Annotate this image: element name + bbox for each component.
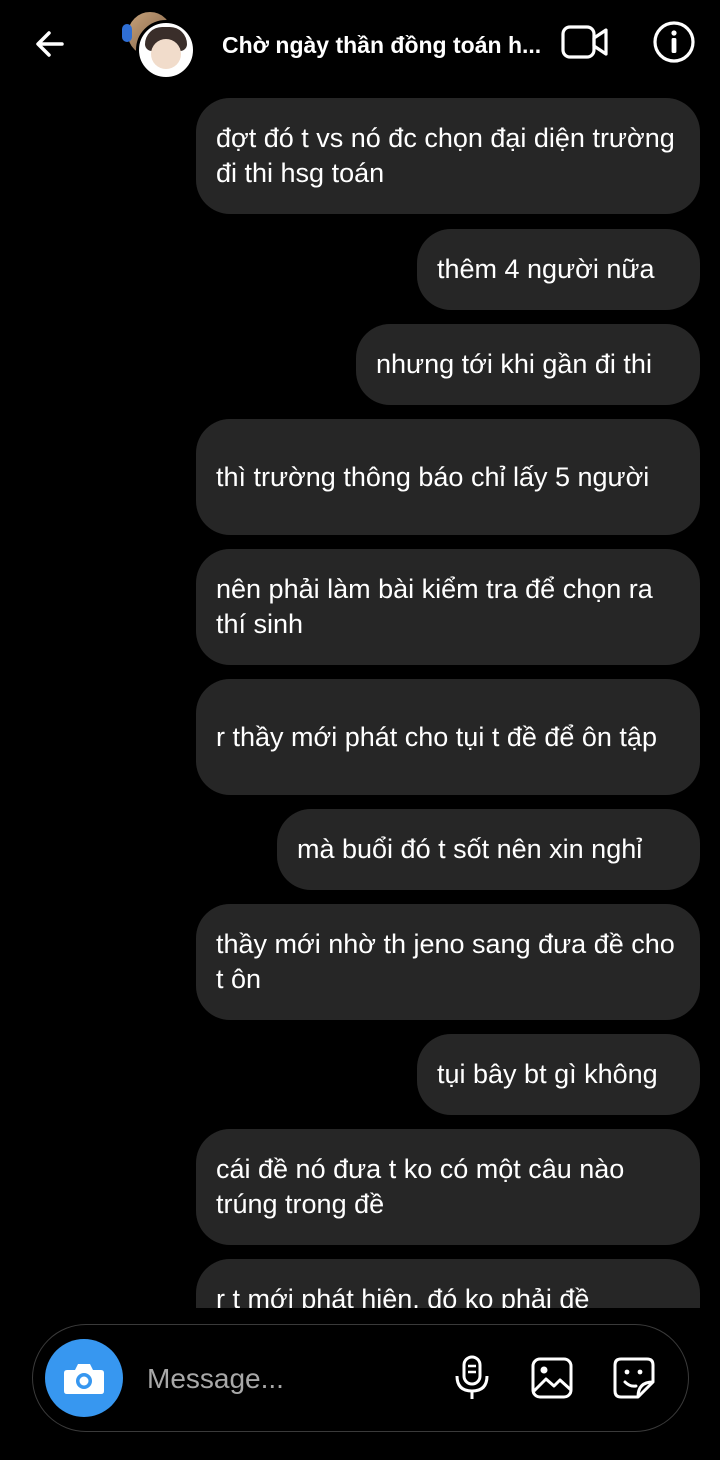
message-input[interactable]: [145, 1355, 439, 1403]
message-bubble[interactable]: cái đề nó đưa t ko có một câu nào trúng …: [196, 1129, 700, 1245]
message-bubble[interactable]: đợt đó t vs nó đc chọn đại diện trường đ…: [196, 98, 700, 214]
message-thread[interactable]: đợt đó t vs nó đc chọn đại diện trường đ…: [0, 90, 720, 1308]
sticker-icon: [613, 1357, 655, 1399]
message-bubble[interactable]: r thầy mới phát cho tụi t đề để ôn tập: [196, 679, 700, 795]
info-icon: [653, 21, 695, 63]
avatar-primary: [136, 20, 196, 80]
message-bubble[interactable]: thêm 4 người nữa: [417, 229, 700, 310]
message-bubble[interactable]: mà buổi đó t sốt nên xin nghỉ: [277, 809, 700, 890]
message-composer: [32, 1324, 689, 1432]
arrow-left-icon: [36, 31, 64, 57]
video-call-button[interactable]: [558, 18, 612, 66]
back-button[interactable]: [28, 22, 72, 66]
sticker-button[interactable]: [609, 1353, 659, 1403]
gallery-button[interactable]: [527, 1353, 577, 1403]
microphone-icon: [455, 1355, 489, 1399]
camera-icon: [64, 1364, 104, 1394]
message-bubble[interactable]: r t mới phát hiện, đó ko phải đề: [196, 1259, 700, 1308]
info-button[interactable]: [650, 18, 698, 66]
message-bubble[interactable]: tụi bây bt gì không: [417, 1034, 700, 1115]
chat-header: Chờ ngày thần đồng toán h...: [0, 0, 720, 90]
message-bubble[interactable]: nên phải làm bài kiểm tra để chọn ra thí…: [196, 549, 700, 665]
message-bubble[interactable]: nhưng tới khi gần đi thi: [356, 324, 700, 405]
message-bubble[interactable]: thầy mới nhờ th jeno sang đưa đề cho t ô…: [196, 904, 700, 1020]
voice-message-button[interactable]: [447, 1353, 497, 1403]
video-camera-icon: [561, 25, 608, 59]
chat-title[interactable]: Chờ ngày thần đồng toán h...: [222, 28, 562, 62]
camera-button[interactable]: [45, 1339, 123, 1417]
group-avatar[interactable]: [122, 10, 196, 80]
message-bubble[interactable]: thì trường thông báo chỉ lấy 5 người: [196, 419, 700, 535]
image-icon: [531, 1357, 573, 1399]
